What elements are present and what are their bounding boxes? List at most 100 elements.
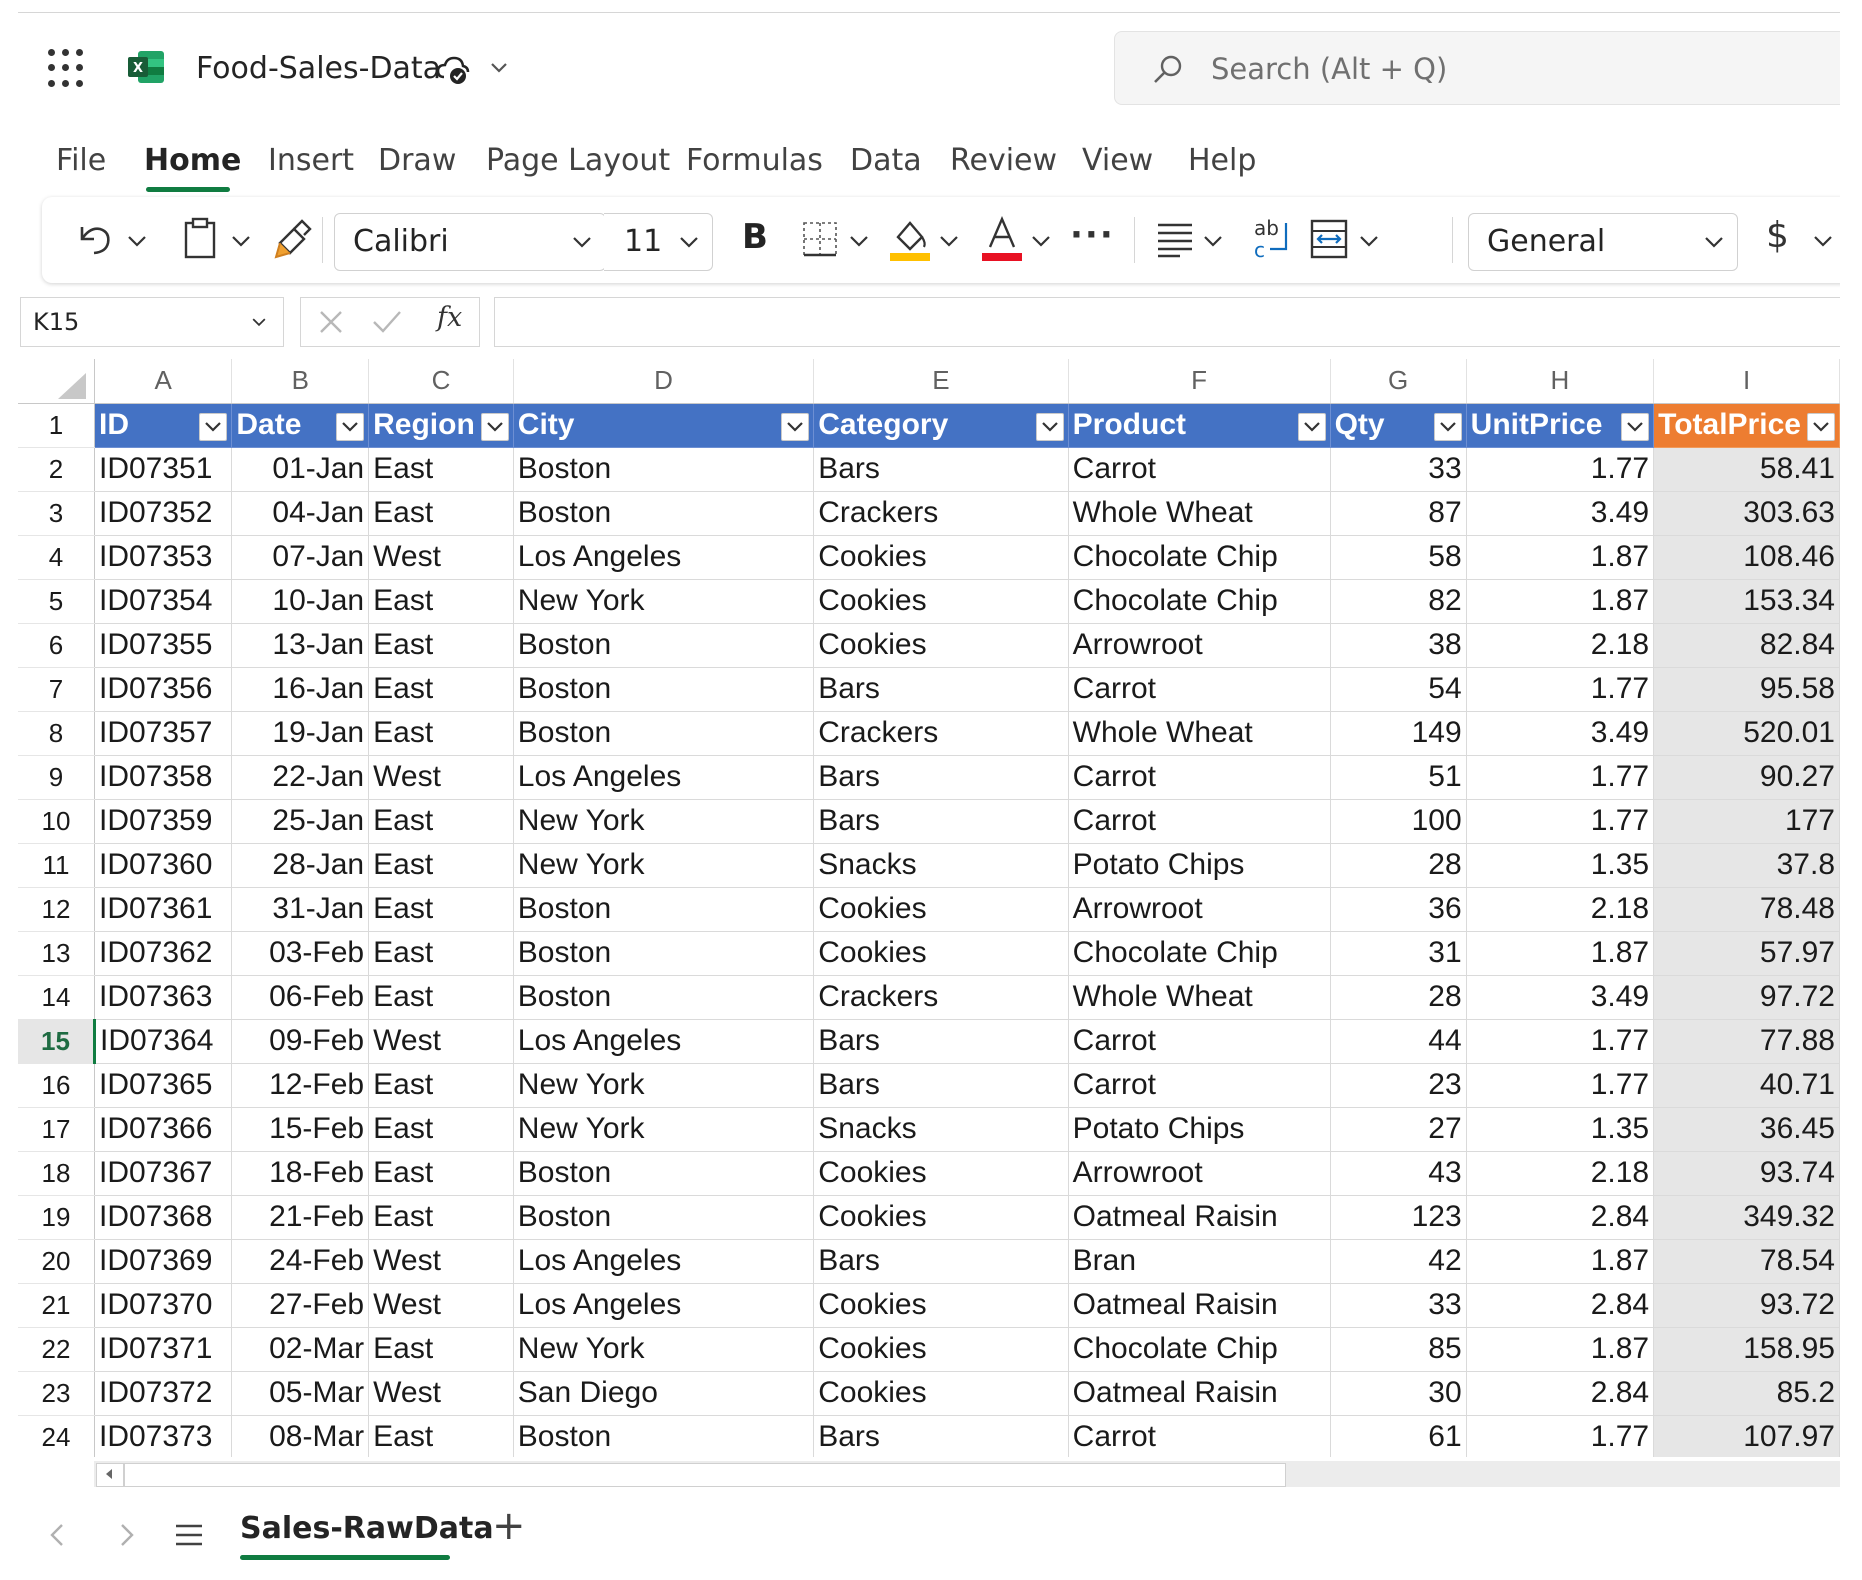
paste-chevron-down-icon[interactable]	[230, 233, 252, 249]
cell-id[interactable]: ID07364	[93, 1018, 233, 1064]
row-header[interactable]: 19	[18, 1195, 95, 1240]
filter-dropdown-icon[interactable]	[1807, 412, 1835, 441]
cell-product[interactable]: Chocolate Chip	[1067, 534, 1331, 580]
tab-home[interactable]: Home	[144, 143, 241, 178]
cell-qty[interactable]: 58	[1329, 534, 1467, 580]
cell-unitprice[interactable]: 1.77	[1465, 798, 1655, 844]
cell-qty[interactable]: 82	[1329, 578, 1467, 624]
cell-totalprice[interactable]: 158.95	[1653, 1326, 1840, 1372]
filter-dropdown-icon[interactable]	[480, 412, 509, 441]
column-header-i[interactable]: I	[1653, 359, 1840, 404]
cell-date[interactable]: 31-Jan	[231, 886, 370, 932]
cell-category[interactable]: Cookies	[813, 534, 1069, 580]
cell-id[interactable]: ID07359	[93, 798, 233, 844]
row-header[interactable]: 10	[18, 799, 95, 844]
cell-product[interactable]: Carrot	[1067, 446, 1331, 492]
cell-id[interactable]: ID07357	[93, 710, 233, 756]
filter-dropdown-icon[interactable]	[1297, 412, 1326, 441]
cell-product[interactable]: Potato Chips	[1067, 842, 1331, 888]
column-header-h[interactable]: H	[1466, 359, 1655, 404]
cell-unitprice[interactable]: 1.77	[1465, 1018, 1655, 1064]
insert-function-button[interactable]: fx	[437, 302, 462, 333]
cell-qty[interactable]: 149	[1329, 710, 1467, 756]
cell-category[interactable]: Cookies	[813, 622, 1069, 668]
cell-category[interactable]: Cookies	[813, 930, 1069, 976]
row-header[interactable]: 24	[18, 1415, 95, 1457]
formula-input[interactable]	[494, 297, 1840, 347]
cell-id[interactable]: ID07363	[93, 974, 233, 1020]
cell-category[interactable]: Bars	[813, 1238, 1069, 1284]
cell-totalprice[interactable]: 58.41	[1653, 446, 1840, 492]
cell-city[interactable]: Los Angeles	[512, 534, 815, 580]
cell-region[interactable]: East	[368, 1150, 514, 1196]
cell-unitprice[interactable]: 2.84	[1465, 1194, 1655, 1240]
row-header[interactable]: 18	[18, 1151, 95, 1196]
cell-id[interactable]: ID07368	[93, 1194, 233, 1240]
row-header-1[interactable]: 1	[18, 403, 95, 448]
column-header-a[interactable]: A	[94, 359, 233, 404]
scroll-thumb[interactable]	[124, 1463, 1286, 1487]
tab-draw[interactable]: Draw	[378, 143, 456, 178]
cell-totalprice[interactable]: 36.45	[1653, 1106, 1840, 1152]
cell-region[interactable]: East	[368, 446, 514, 492]
currency-chevron-down-icon[interactable]	[1812, 233, 1834, 249]
column-header-e[interactable]: E	[813, 359, 1069, 404]
cell-region[interactable]: East	[368, 666, 514, 712]
cell-city[interactable]: New York	[512, 798, 815, 844]
cell-unitprice[interactable]: 2.84	[1465, 1282, 1655, 1328]
cell-region[interactable]: East	[368, 1194, 514, 1240]
cell-region[interactable]: West	[368, 1238, 514, 1284]
undo-chevron-down-icon[interactable]	[126, 233, 148, 249]
cell-date[interactable]: 16-Jan	[231, 666, 370, 712]
cell-product[interactable]: Whole Wheat	[1067, 974, 1331, 1020]
cell-qty[interactable]: 54	[1329, 666, 1467, 712]
tab-review[interactable]: Review	[950, 143, 1057, 178]
cell-region[interactable]: East	[368, 1414, 514, 1457]
table-header-qty[interactable]: Qty	[1329, 402, 1467, 448]
cell-city[interactable]: Boston	[512, 710, 815, 756]
cell-unitprice[interactable]: 1.87	[1465, 534, 1655, 580]
cell-region[interactable]: West	[368, 1018, 514, 1064]
cell-city[interactable]: New York	[512, 842, 815, 888]
cell-qty[interactable]: 85	[1329, 1326, 1467, 1372]
cell-unitprice[interactable]: 3.49	[1465, 974, 1655, 1020]
cell-product[interactable]: Oatmeal Raisin	[1067, 1194, 1331, 1240]
paste-icon[interactable]	[182, 217, 218, 261]
scroll-left-button[interactable]	[96, 1463, 124, 1487]
currency-format-button[interactable]: $	[1766, 215, 1789, 256]
table-header-totalprice[interactable]: TotalPrice	[1653, 402, 1840, 448]
cell-id[interactable]: ID07373	[93, 1414, 233, 1457]
cloud-saved-icon[interactable]	[436, 55, 470, 85]
cell-date[interactable]: 06-Feb	[231, 974, 370, 1020]
all-sheets-menu-icon[interactable]	[174, 1521, 204, 1549]
cell-category[interactable]: Bars	[813, 1414, 1069, 1457]
cell-region[interactable]: East	[368, 1062, 514, 1108]
cell-totalprice[interactable]: 93.72	[1653, 1282, 1840, 1328]
cell-product[interactable]: Carrot	[1067, 754, 1331, 800]
cell-qty[interactable]: 36	[1329, 886, 1467, 932]
cell-qty[interactable]: 33	[1329, 446, 1467, 492]
cell-date[interactable]: 12-Feb	[231, 1062, 370, 1108]
cell-category[interactable]: Bars	[813, 446, 1069, 492]
cell-city[interactable]: Boston	[512, 490, 815, 536]
cell-totalprice[interactable]: 85.2	[1653, 1370, 1840, 1416]
cell-product[interactable]: Oatmeal Raisin	[1067, 1282, 1331, 1328]
cell-region[interactable]: West	[368, 1282, 514, 1328]
horizontal-scrollbar[interactable]	[94, 1461, 1840, 1487]
cell-id[interactable]: ID07372	[93, 1370, 233, 1416]
cell-city[interactable]: Boston	[512, 886, 815, 932]
cell-category[interactable]: Cookies	[813, 1282, 1069, 1328]
cell-id[interactable]: ID07370	[93, 1282, 233, 1328]
row-header[interactable]: 14	[18, 975, 95, 1020]
font-size-dropdown[interactable]: 11	[604, 213, 713, 271]
cell-category[interactable]: Bars	[813, 798, 1069, 844]
cell-category[interactable]: Cookies	[813, 886, 1069, 932]
cell-id[interactable]: ID07365	[93, 1062, 233, 1108]
row-header[interactable]: 11	[18, 843, 95, 888]
cell-city[interactable]: Boston	[512, 622, 815, 668]
cell-region[interactable]: East	[368, 578, 514, 624]
cell-date[interactable]: 07-Jan	[231, 534, 370, 580]
cell-category[interactable]: Cookies	[813, 1370, 1069, 1416]
cell-category[interactable]: Cookies	[813, 1150, 1069, 1196]
cell-date[interactable]: 10-Jan	[231, 578, 370, 624]
